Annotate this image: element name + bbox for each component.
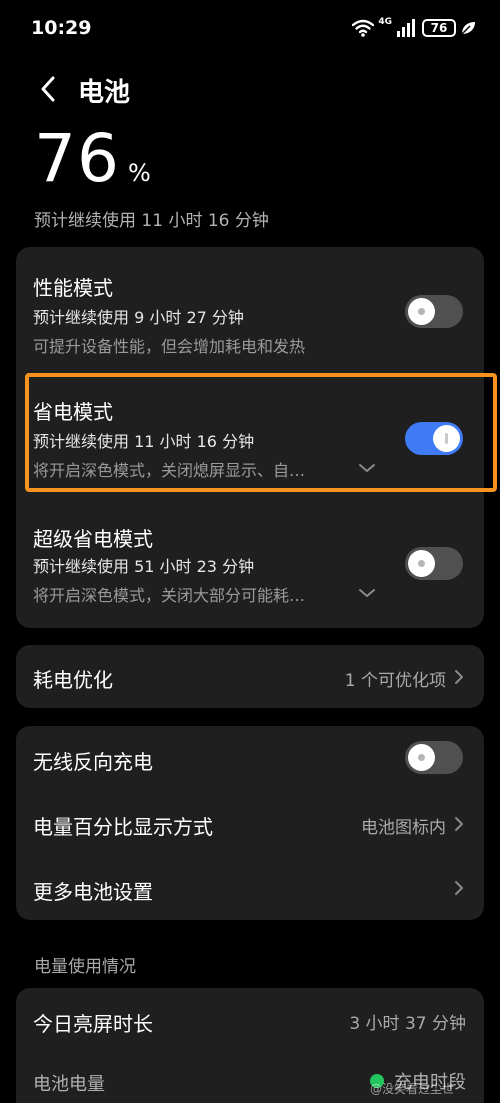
performance-mode-remaining: 预计继续使用 9 小时 27 分钟 [33,308,244,327]
battery-icon: 76 [422,19,456,37]
leaf-icon [461,22,475,35]
performance-mode-row[interactable]: 性能模式 预计继续使用 9 小时 27 分钟 可提升设备性能，但会增加耗电和发热 [16,247,484,367]
wifi-icon [352,19,375,37]
percent-display-row[interactable]: 电量百分比显示方式 电池图标内 [16,790,484,855]
reverse-charging-toggle[interactable] [405,741,463,774]
chevron-down-icon[interactable] [358,587,376,599]
chevron-left-icon [41,76,55,102]
power-optimization-value: 1 个可优化项 [344,671,446,691]
battery-settings-card: 无线反向充电 电量百分比显示方式 电池图标内 更多电池设置 [16,726,484,920]
status-bar: 10:29 4G 76 [0,0,500,58]
power-optimization-row[interactable]: 耗电优化 1 个可优化项 [16,645,484,708]
performance-mode-title: 性能模式 [33,276,113,300]
reverse-charging-label: 无线反向充电 [33,750,153,774]
usage-section-title: 电量使用情况 [34,957,136,977]
battery-level-chart-label: 电池电量 [33,1074,105,1095]
highlight-box [25,373,497,492]
super-power-saving-mode-title: 超级省电模式 [33,527,153,551]
power-optimization-label: 耗电优化 [33,668,113,692]
chevron-right-icon [455,881,463,895]
battery-level-unit: % [127,159,151,187]
battery-level-number: 76 [34,120,120,197]
more-battery-settings-label: 更多电池设置 [33,880,153,904]
battery-level-display: 76 % [34,126,151,192]
reverse-charging-row[interactable]: 无线反向充电 [16,726,484,790]
status-icons: 4G 76 [352,16,476,40]
percent-display-value: 电池图标内 [361,818,446,838]
more-battery-settings-row[interactable]: 更多电池设置 [16,855,484,920]
percent-display-label: 电量百分比显示方式 [33,815,213,839]
super-power-saving-mode-row[interactable]: 超级省电模式 预计继续使用 51 小时 23 分钟 将开启深色模式，关闭大部分可… [16,497,484,628]
performance-mode-desc: 可提升设备性能，但会增加耗电和发热 [33,337,306,356]
status-battery-level: 76 [430,21,448,35]
status-time: 10:29 [31,17,92,39]
super-power-saving-mode-toggle[interactable] [405,547,463,580]
page-title: 电池 [78,78,131,108]
performance-mode-toggle[interactable] [405,295,463,328]
signal-icon [397,19,415,37]
battery-remaining-time: 预计继续使用 11 小时 16 分钟 [34,211,269,231]
super-power-saving-mode-desc: 将开启深色模式，关闭大部分可能耗… [33,586,306,605]
chevron-right-icon [455,817,463,831]
chevron-right-icon [455,670,463,684]
screen-time-label: 今日亮屏时长 [33,1012,153,1036]
super-power-saving-mode-remaining: 预计继续使用 51 小时 23 分钟 [33,557,255,576]
screen-time-value: 3 小时 37 分钟 [349,1014,466,1034]
back-button[interactable] [34,74,62,104]
network-type-label: 4G [378,17,392,27]
header: 电池 [0,62,500,118]
watermark: @没笑看过尘世 [370,1082,455,1096]
